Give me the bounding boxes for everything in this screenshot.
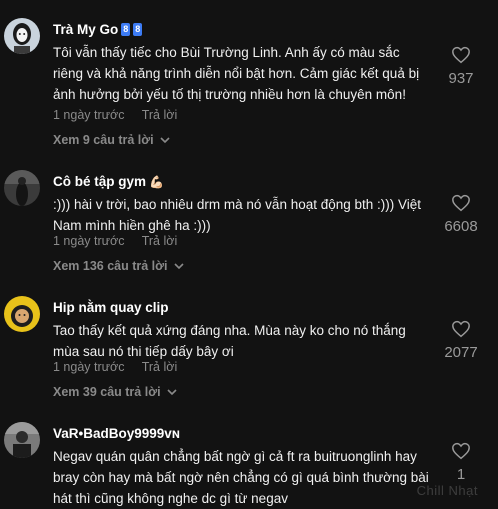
chevron-down-icon (166, 388, 177, 395)
comment-meta: 1 ngày trước Trả lời (53, 360, 191, 374)
comment-username[interactable]: Cô bé tập gym 💪🏻 (53, 174, 164, 189)
heart-icon[interactable] (436, 46, 486, 64)
heart-icon[interactable] (436, 194, 486, 212)
comment-username[interactable]: Trà My Go 8 8 (53, 22, 143, 37)
avatar[interactable] (4, 18, 40, 54)
comment-time: 1 ngày trước (53, 360, 125, 374)
like-control[interactable]: 937 (436, 46, 486, 87)
level-badge: 8 (133, 23, 143, 36)
level-badge: 8 (121, 23, 131, 36)
username-text: VaR•BadBoy9999ᴠɴ (53, 426, 181, 441)
like-control[interactable]: 2077 (436, 320, 486, 361)
avatar-image (4, 422, 40, 458)
comment-text: Tao thấy kết quả xứng đáng nha. Mùa này … (53, 323, 406, 359)
like-count: 6608 (444, 218, 478, 235)
comment-meta: 1 ngày trước Trả lời (53, 234, 191, 248)
heart-icon[interactable] (436, 442, 486, 460)
view-replies-button[interactable]: Xem 136 câu trả lời (53, 259, 184, 273)
view-replies-label: Xem 9 câu trả lời (53, 133, 154, 147)
avatar-image (4, 296, 40, 332)
comment-time: 1 ngày trước (53, 108, 125, 122)
comment-time: 1 ngày trước (53, 234, 125, 248)
comment-username[interactable]: VaR•BadBoy9999ᴠɴ (53, 426, 180, 441)
username-text: Cô bé tập gym (53, 174, 147, 189)
avatar-image (4, 170, 40, 206)
comment-meta: 1 ngày trước Trả lời (53, 108, 191, 122)
chevron-down-icon (173, 262, 184, 269)
chevron-down-icon (160, 136, 170, 143)
heart-icon[interactable] (436, 320, 486, 338)
avatar[interactable] (4, 422, 40, 458)
view-replies-button[interactable]: Xem 9 câu trả lời (53, 133, 170, 147)
view-replies-label: Xem 39 câu trả lời (53, 385, 161, 399)
username-text: Trà My Go (53, 22, 119, 37)
comment-username[interactable]: Hip nằm quay clip (53, 300, 169, 315)
reply-button[interactable]: Trả lời (142, 108, 178, 122)
comment-text: Negav quán quân chẳng bất ngờ gì cả ft r… (53, 449, 429, 506)
username-text: Hip nằm quay clip (53, 300, 169, 315)
like-count: 937 (448, 70, 474, 87)
flexed-biceps-emoji: 💪🏻 (149, 174, 164, 189)
like-count: 2077 (444, 344, 478, 361)
comment-text: Tôi vẫn thấy tiếc cho Bùi Trường Linh. A… (53, 45, 420, 102)
comment-text: :))) hài v trời, bao nhiêu drm mà nó vẫn… (53, 197, 422, 233)
like-count: 1 (456, 466, 466, 483)
avatar[interactable] (4, 296, 40, 332)
like-control[interactable]: 1 (436, 442, 486, 483)
avatar[interactable] (4, 170, 40, 206)
avatar-image (4, 18, 40, 54)
reply-button[interactable]: Trả lời (142, 234, 178, 248)
reply-button[interactable]: Trả lời (142, 360, 178, 374)
watermark: Chill Nhạt (416, 483, 478, 498)
view-replies-label: Xem 136 câu trả lời (53, 259, 168, 273)
like-control[interactable]: 6608 (436, 194, 486, 235)
view-replies-button[interactable]: Xem 39 câu trả lời (53, 385, 177, 399)
